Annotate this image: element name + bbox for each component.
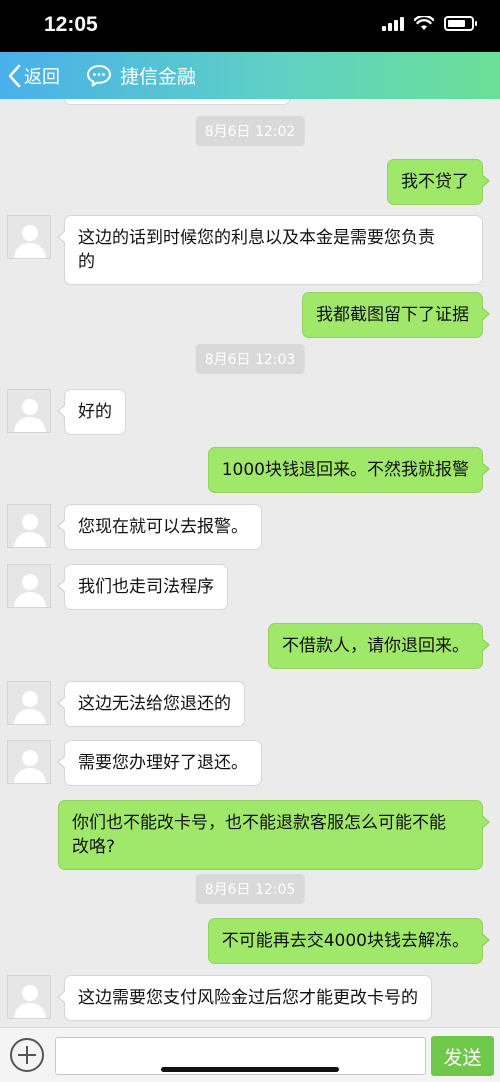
- message-bubble: 这边需要您支付风险金过后您才能更改卡号的: [57, 975, 432, 1021]
- person-icon: [14, 750, 46, 783]
- previous-message-bubble: [64, 99, 290, 105]
- avatar[interactable]: [7, 564, 51, 608]
- message-bubble: 这边无法给您退还的: [57, 681, 245, 727]
- avatar[interactable]: [7, 215, 51, 259]
- chat-title: 捷信金融: [86, 52, 196, 99]
- message-bubble: 需要您办理好了退还。: [57, 740, 262, 786]
- send-button[interactable]: 发送: [431, 1036, 494, 1076]
- status-bar: 12:05: [0, 0, 500, 52]
- person-icon: [14, 574, 46, 607]
- message-bubble: 1000块钱退回来。不然我就报警: [207, 447, 491, 493]
- message-bubble: 不借款人，请你退回来。: [268, 623, 490, 669]
- message-bubble: 你们也不能改卡号，也不能退款客服怎么可能不能 改咯?: [58, 800, 490, 870]
- timestamp: 8月6日 12:02: [195, 116, 305, 146]
- home-indicator: [161, 1067, 339, 1072]
- person-icon: [14, 514, 46, 547]
- chat-bubble-icon: [87, 64, 111, 86]
- back-button[interactable]: 返回: [6, 52, 60, 99]
- timestamp: 8月6日 12:05: [195, 874, 305, 904]
- message-bubble: 好的: [57, 389, 126, 435]
- plus-circle-icon[interactable]: [10, 1038, 44, 1072]
- person-icon: [14, 985, 46, 1018]
- avatar[interactable]: [7, 740, 51, 784]
- nav-bar: 返回 捷信金融: [0, 52, 500, 99]
- person-icon: [14, 399, 46, 432]
- timestamp: 8月6日 12:03: [195, 344, 305, 374]
- chevron-left-icon: [8, 64, 21, 87]
- message-bubble: 不可能再去交4000块钱去解冻。: [207, 918, 491, 964]
- message-bubble: 我都截图留下了证据: [302, 292, 490, 338]
- avatar[interactable]: [7, 681, 51, 725]
- message-bubble: 我不贷了: [387, 159, 490, 205]
- page-title: 捷信金融: [120, 66, 197, 88]
- input-bar: 发送: [0, 1027, 500, 1082]
- avatar[interactable]: [7, 504, 51, 548]
- person-icon: [14, 225, 46, 258]
- person-icon: [14, 691, 46, 724]
- message-bubble: 您现在就可以去报警。: [57, 504, 262, 550]
- status-time: 12:05: [44, 13, 98, 36]
- back-label: 返回: [24, 66, 60, 88]
- signal-icon: [382, 16, 404, 31]
- status-icons: [382, 16, 477, 31]
- battery-icon: [444, 16, 477, 31]
- avatar[interactable]: [7, 975, 51, 1019]
- avatar[interactable]: [7, 389, 51, 433]
- wifi-icon: [414, 16, 434, 30]
- message-list[interactable]: 8月6日 12:02 我不贷了 这边的话到时候您的利息以及本金是需要您负责 的 …: [0, 99, 500, 1027]
- message-bubble: 我们也走司法程序: [57, 564, 228, 610]
- message-bubble: 这边的话到时候您的利息以及本金是需要您负责 的: [57, 215, 483, 285]
